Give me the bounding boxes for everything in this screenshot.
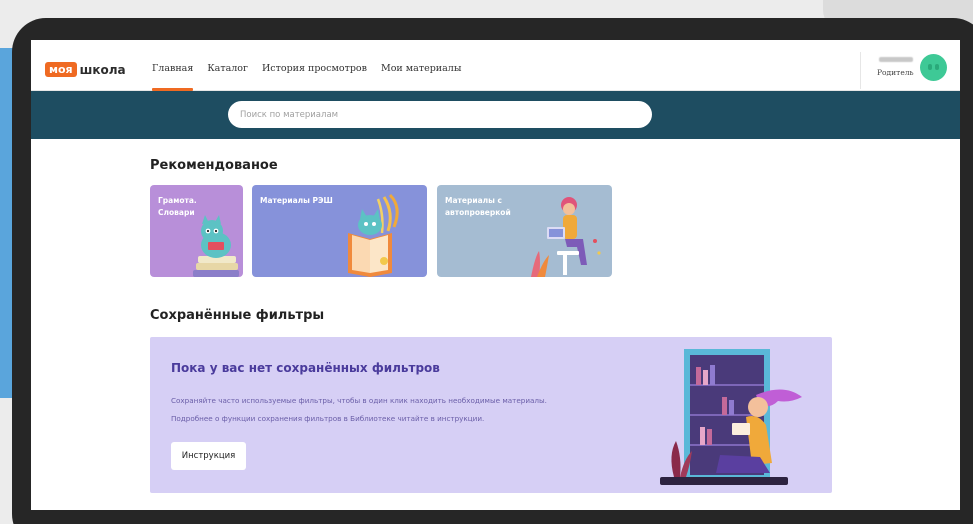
- card-resh[interactable]: Материалы РЭШ: [252, 185, 427, 277]
- cat-reading-book-illustration: [348, 193, 399, 277]
- empty-heading: Пока у вас нет сохранённых фильтров: [171, 361, 440, 375]
- cat-on-books-illustration: [193, 215, 239, 277]
- card-autocheck[interactable]: Материалы с автопроверкой: [437, 185, 612, 277]
- card-label: Материалы РЭШ: [260, 196, 333, 205]
- card-gramota[interactable]: Грамота. Словари: [150, 185, 243, 277]
- girl-reading-by-bookshelf-illustration: [660, 349, 802, 485]
- empty-text-line1: Сохраняйте часто используемые фильтры, ч…: [171, 396, 547, 405]
- content-area: Рекомендованое Грамота. Словари Материал…: [31, 40, 960, 510]
- card-label: Материалы с автопроверкой: [445, 196, 511, 217]
- instruction-button[interactable]: Инструкция: [171, 442, 246, 470]
- saved-filters-title: Сохранённые фильтры: [150, 308, 325, 323]
- recommended-title: Рекомендованое: [150, 158, 278, 173]
- empty-text-line2: Подробнее о функции сохранения фильтров …: [171, 414, 485, 423]
- girl-with-laptop-illustration: [531, 197, 601, 277]
- stage: моя школа Главная Каталог История просмо…: [0, 0, 973, 524]
- saved-filters-empty-panel: Пока у вас нет сохранённых фильтров Сохр…: [150, 337, 832, 493]
